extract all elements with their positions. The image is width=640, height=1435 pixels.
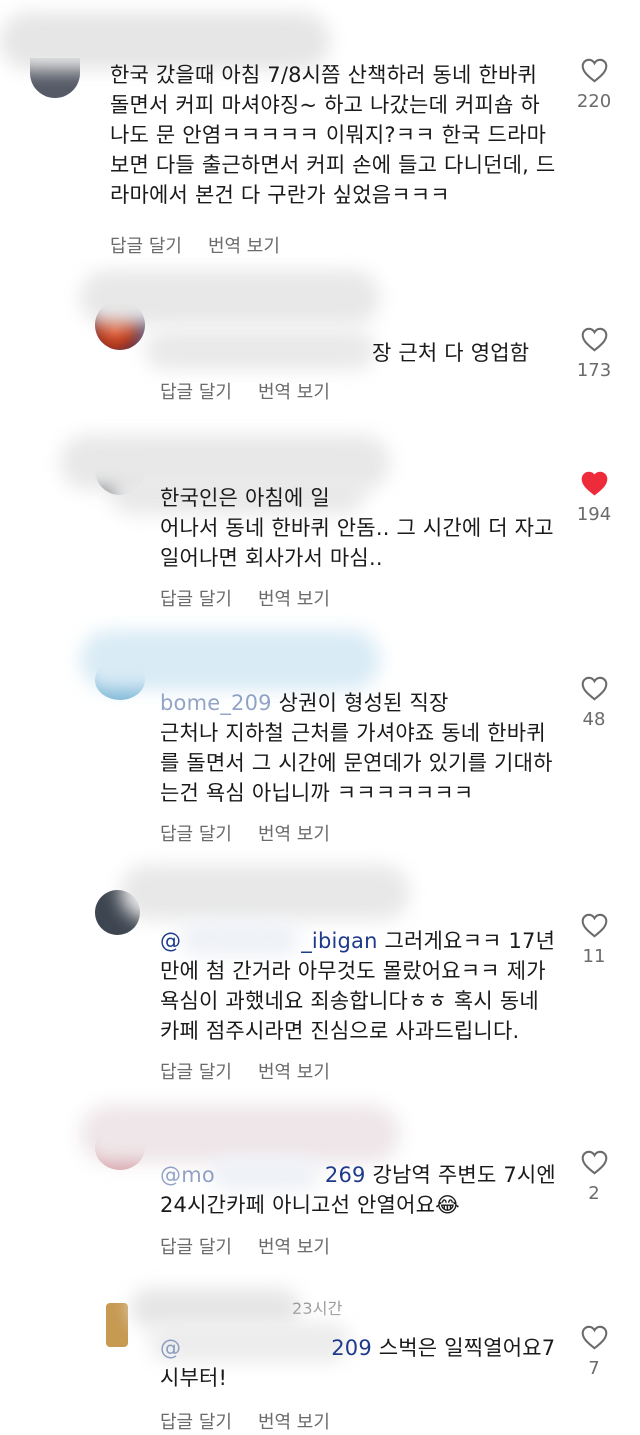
comment-actions: 답글 달기 번역 보기 xyxy=(160,1233,330,1259)
comment-text: @209 스벅은 일찍열어요7 시부터! xyxy=(160,1336,556,1390)
translate-button[interactable]: 번역 보기 xyxy=(258,1233,330,1259)
like-button[interactable]: 2 xyxy=(574,1150,614,1204)
like-button[interactable]: 7 xyxy=(574,1325,614,1379)
comment-text: 한국인은 아침에 일 어나서 동네 한바퀴 안돔.. 그 시간에 더 자고 일어… xyxy=(160,486,554,570)
redacted-username xyxy=(120,865,410,920)
like-count: 11 xyxy=(582,946,606,967)
comment-actions: 답글 달기 번역 보기 xyxy=(160,1408,330,1434)
translate-button[interactable]: 번역 보기 xyxy=(258,1058,330,1084)
comment-header: 23시간 xyxy=(292,1299,343,1318)
reply-button[interactable]: 답글 달기 xyxy=(110,232,182,258)
reply-button[interactable]: 답글 달기 xyxy=(160,1058,232,1084)
mention-link[interactable]: 209 xyxy=(331,1336,372,1360)
like-count: 48 xyxy=(582,709,606,730)
comment-text: @ _ibigan 그러게요ㅋㅋ 17년 만에 첨 간거라 아무것도 몰랐어요ㅋㅋ… xyxy=(160,929,556,1043)
mention-link[interactable]: 269 xyxy=(325,1163,366,1187)
reply-button[interactable]: 답글 달기 xyxy=(160,585,232,611)
comment-actions: 답글 달기 번역 보기 xyxy=(160,585,330,611)
like-count: 220 xyxy=(576,91,612,112)
translate-button[interactable]: 번역 보기 xyxy=(258,585,330,611)
comment-text: 한국 갔을때 아침 7/8시쯤 산책하러 동네 한바퀴 돌면서 커피 마셔야징~… xyxy=(110,63,556,207)
reply-button[interactable]: 답글 달기 xyxy=(160,378,232,404)
comment-text: 장 근처 다 영업함 xyxy=(372,341,530,365)
redacted-username xyxy=(80,270,380,325)
reply-button[interactable]: 답글 달기 xyxy=(160,1408,232,1434)
like-button[interactable]: 173 xyxy=(574,327,614,381)
avatar[interactable] xyxy=(106,1303,128,1347)
translate-button[interactable]: 번역 보기 xyxy=(208,232,280,258)
like-count: 173 xyxy=(576,360,612,381)
mention-link[interactable]: @ xyxy=(160,1336,181,1360)
reply-button[interactable]: 답글 달기 xyxy=(160,820,232,846)
comment-actions: 답글 달기 번역 보기 xyxy=(110,232,280,258)
like-button[interactable]: 220 xyxy=(574,58,614,112)
translate-button[interactable]: 번역 보기 xyxy=(258,820,330,846)
like-button[interactable]: 48 xyxy=(574,676,614,730)
like-count: 2 xyxy=(588,1183,600,1204)
like-count: 7 xyxy=(588,1358,600,1379)
comment-text: @mo 269 강남역 주변도 7시엔 24시간카페 아니고선 안열어요😂 xyxy=(160,1163,556,1217)
heart-icon xyxy=(581,1325,607,1350)
mention-link[interactable]: _ibigan xyxy=(301,929,377,953)
heart-icon xyxy=(581,1150,607,1175)
heart-icon xyxy=(581,327,607,352)
like-count: 194 xyxy=(576,504,612,525)
reply-button[interactable]: 답글 달기 xyxy=(160,1233,232,1259)
comment-text: bome_209 상권이 형성된 직장 근처나 지하철 근처를 가셔야죠 동네 … xyxy=(160,691,553,805)
heart-icon xyxy=(581,913,607,938)
mention-link[interactable]: @ xyxy=(160,929,181,953)
heart-icon xyxy=(581,676,607,701)
like-button[interactable]: 11 xyxy=(574,913,614,967)
like-button[interactable]: 194 xyxy=(574,471,614,525)
redacted-username xyxy=(80,630,380,690)
redacted-mention xyxy=(145,330,375,370)
mention-link[interactable]: bome_209 xyxy=(160,691,272,715)
mention-link[interactable]: @mo xyxy=(160,1163,215,1187)
heart-icon xyxy=(581,471,607,496)
comment-actions: 답글 달기 번역 보기 xyxy=(160,1058,330,1084)
heart-icon xyxy=(581,58,607,83)
translate-button[interactable]: 번역 보기 xyxy=(258,378,330,404)
translate-button[interactable]: 번역 보기 xyxy=(258,1408,330,1434)
comment-actions: 답글 달기 번역 보기 xyxy=(160,820,330,846)
comment-actions: 답글 달기 번역 보기 xyxy=(160,378,330,404)
